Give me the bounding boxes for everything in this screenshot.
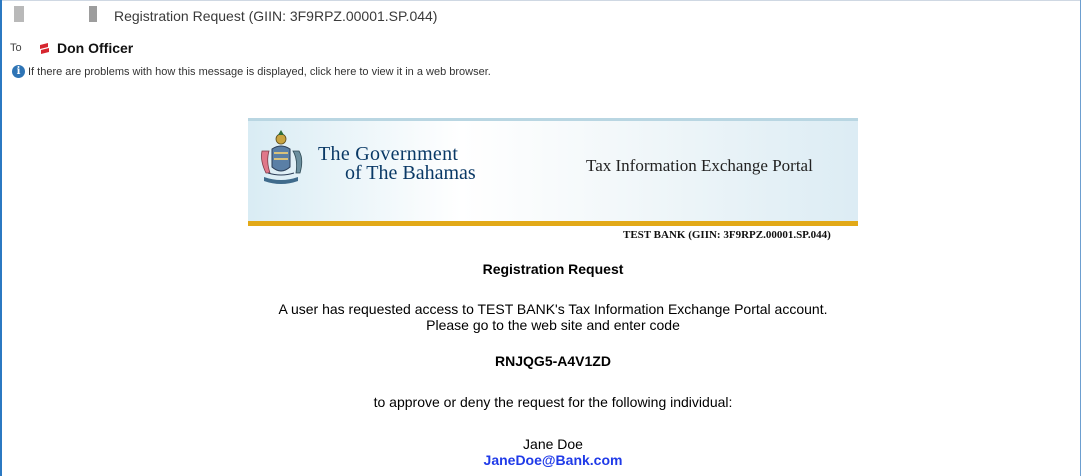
approve-deny-instruction: to approve or deny the request for the f… [373,394,733,410]
email-subject: Registration Request (GIIN: 3F9RPZ.00001… [114,8,438,24]
registration-heading: Registration Request [482,261,624,277]
gov-title-line2: of The Bahamas [345,162,476,184]
header-grip-left [14,6,24,22]
info-bar[interactable]: i If there are problems with how this me… [12,65,491,78]
government-title: The Government of The Bahamas [318,144,498,184]
recipient-row: To Don Officer [10,39,133,57]
access-code: RNJQG5-A4V1ZD [495,353,611,369]
portal-banner: The Government of The Bahamas Tax Inform… [248,118,858,226]
requester-email-link[interactable]: JaneDoe@Bank.com [248,452,858,468]
contact-flag-icon [40,42,49,54]
info-icon: i [12,65,25,78]
requester-name: Jane Doe [523,436,583,452]
request-line-2: Please go to the web site and enter code [426,317,680,333]
email-header: Registration Request (GIIN: 3F9RPZ.00001… [0,0,1080,88]
window-right-border [1080,0,1081,476]
banner-top-stripe [248,118,858,121]
header-grip-right [89,6,97,22]
coat-of-arms-icon [261,130,303,184]
portal-title: Tax Information Exchange Portal [586,156,813,175]
view-in-browser-link[interactable]: If there are problems with how this mess… [28,66,491,78]
request-description: A user has requested access to TEST BANK… [248,301,858,333]
request-line-1: A user has requested access to TEST BANK… [278,301,828,317]
recipient-name[interactable]: Don Officer [57,40,133,56]
bank-giin-line: TEST BANK (GIIN: 3F9RPZ.00001.SP.044) [623,229,831,241]
to-label: To [10,42,22,54]
